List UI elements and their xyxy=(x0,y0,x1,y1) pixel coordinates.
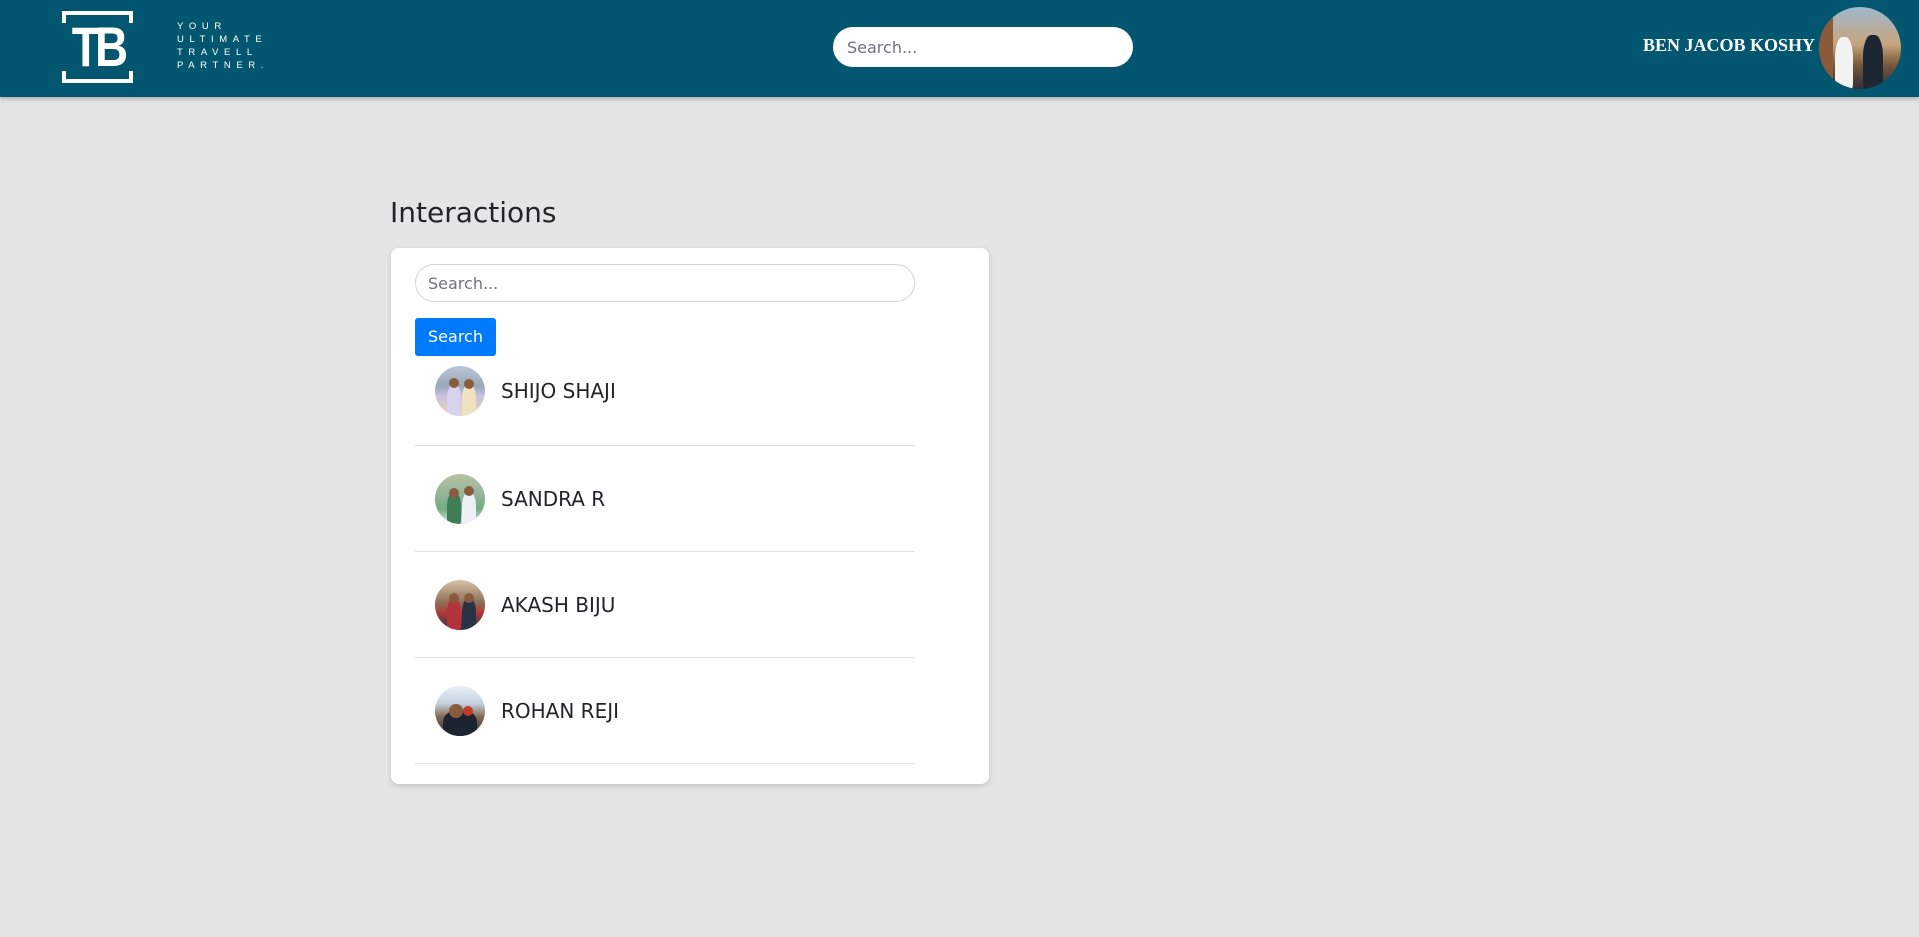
user-avatar[interactable] xyxy=(435,580,485,630)
user-avatar[interactable] xyxy=(435,474,485,524)
logo-letters: TB xyxy=(71,15,128,78)
tagline-line: TRAVELL xyxy=(177,47,258,58)
tagline-line: ULTIMATE xyxy=(177,34,268,45)
list-item[interactable]: ROHAN REJI xyxy=(415,658,915,764)
user-avatar[interactable] xyxy=(435,366,485,416)
page-title: Interactions xyxy=(390,196,557,229)
user-list: SHIJO SHAJI SANDRA R AKASH BIJU ROHAN RE… xyxy=(415,356,915,764)
tb-logo[interactable]: TB xyxy=(62,11,133,83)
tagline-line: YOUR xyxy=(177,21,227,32)
interactions-card: Search SHIJO SHAJI SANDRA R xyxy=(391,248,989,784)
interactions-search-input[interactable] xyxy=(415,264,915,302)
header-search-input[interactable] xyxy=(833,27,1133,67)
user-name[interactable]: SANDRA R xyxy=(501,487,605,511)
user-avatar[interactable] xyxy=(1819,7,1901,89)
top-navbar: TB YOUR ULTIMATE TRAVELL PARTNER. BEN JA… xyxy=(0,0,1919,97)
user-avatar[interactable] xyxy=(435,686,485,736)
current-user-name[interactable]: BEN JACOB KOSHY xyxy=(1643,33,1815,57)
search-button[interactable]: Search xyxy=(415,318,496,356)
user-name[interactable]: ROHAN REJI xyxy=(501,699,619,723)
tagline-line: PARTNER. xyxy=(177,60,269,71)
user-name[interactable]: AKASH BIJU xyxy=(501,593,615,617)
logo-tagline: YOUR ULTIMATE TRAVELL PARTNER. xyxy=(177,20,287,72)
list-item[interactable]: SHIJO SHAJI xyxy=(415,356,915,446)
list-item[interactable]: AKASH BIJU xyxy=(415,552,915,658)
user-name[interactable]: SHIJO SHAJI xyxy=(501,379,616,403)
list-item[interactable]: SANDRA R xyxy=(415,446,915,552)
